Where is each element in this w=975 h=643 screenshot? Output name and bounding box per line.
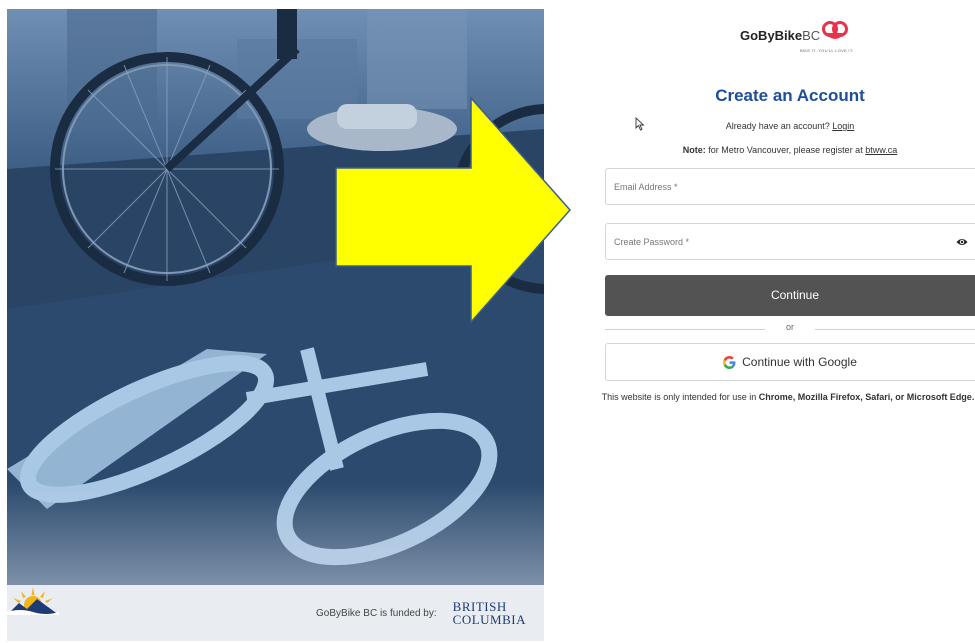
yellow-arrow-annotation: [335, 96, 572, 324]
brand-name: GoByBikeBC: [740, 28, 820, 43]
metro-vancouver-note: Note: for Metro Vancouver, please regist…: [605, 145, 975, 155]
disclaimer-browsers: Chrome, Mozilla Firefox, Safari, or Micr…: [758, 392, 975, 402]
bc-sun-mountain-icon: [7, 587, 59, 615]
page: GoByBike BC is funded by: BRITISH COLUMB…: [0, 0, 975, 643]
british-columbia-logo: BRITISH COLUMBIA: [7, 587, 526, 627]
password-field[interactable]: [605, 223, 975, 260]
continue-button[interactable]: Continue: [605, 275, 975, 316]
continue-with-google-button[interactable]: Continue with Google: [605, 343, 975, 381]
email-field[interactable]: [605, 168, 975, 205]
divider-line-right: [815, 329, 975, 330]
note-text: for Metro Vancouver, please register at: [708, 145, 863, 155]
eye-icon[interactable]: [956, 237, 968, 247]
brand-name-main: GoByBike: [740, 28, 803, 43]
password-input[interactable]: [614, 236, 934, 247]
page-title: Create an Account: [715, 86, 865, 105]
have-account-row: Already have an account? Login: [605, 121, 975, 131]
gobybike-brand-logo: GoByBikeBC BIKE IT. YOU'LL LOVE IT.: [740, 20, 853, 53]
btww-link[interactable]: btww.ca: [865, 145, 897, 155]
brand-name-suffix: BC: [802, 28, 821, 43]
bike-wheels-logo-icon: [822, 20, 849, 39]
disclaimer-prefix: This website is only intended for use in: [601, 392, 757, 402]
browser-disclaimer: This website is only intended for use in…: [598, 391, 975, 403]
google-g-icon: [723, 355, 736, 369]
bc-logo-line2: COLUMBIA: [452, 612, 526, 627]
login-link[interactable]: Login: [832, 121, 854, 131]
or-divider: or: [605, 322, 975, 336]
divider-text: or: [785, 322, 794, 332]
note-label: Note:: [682, 145, 706, 155]
brand-tagline: BIKE IT. YOU'LL LOVE IT.: [800, 48, 854, 53]
funded-by-bar: GoByBike BC is funded by: BRITISH COLUMB…: [7, 585, 544, 641]
google-button-label: Continue with Google: [742, 355, 857, 369]
email-input[interactable]: [614, 181, 934, 192]
have-account-text: Already have an account?: [725, 121, 830, 131]
funded-by-text: GoByBike BC is funded by:: [316, 607, 437, 619]
